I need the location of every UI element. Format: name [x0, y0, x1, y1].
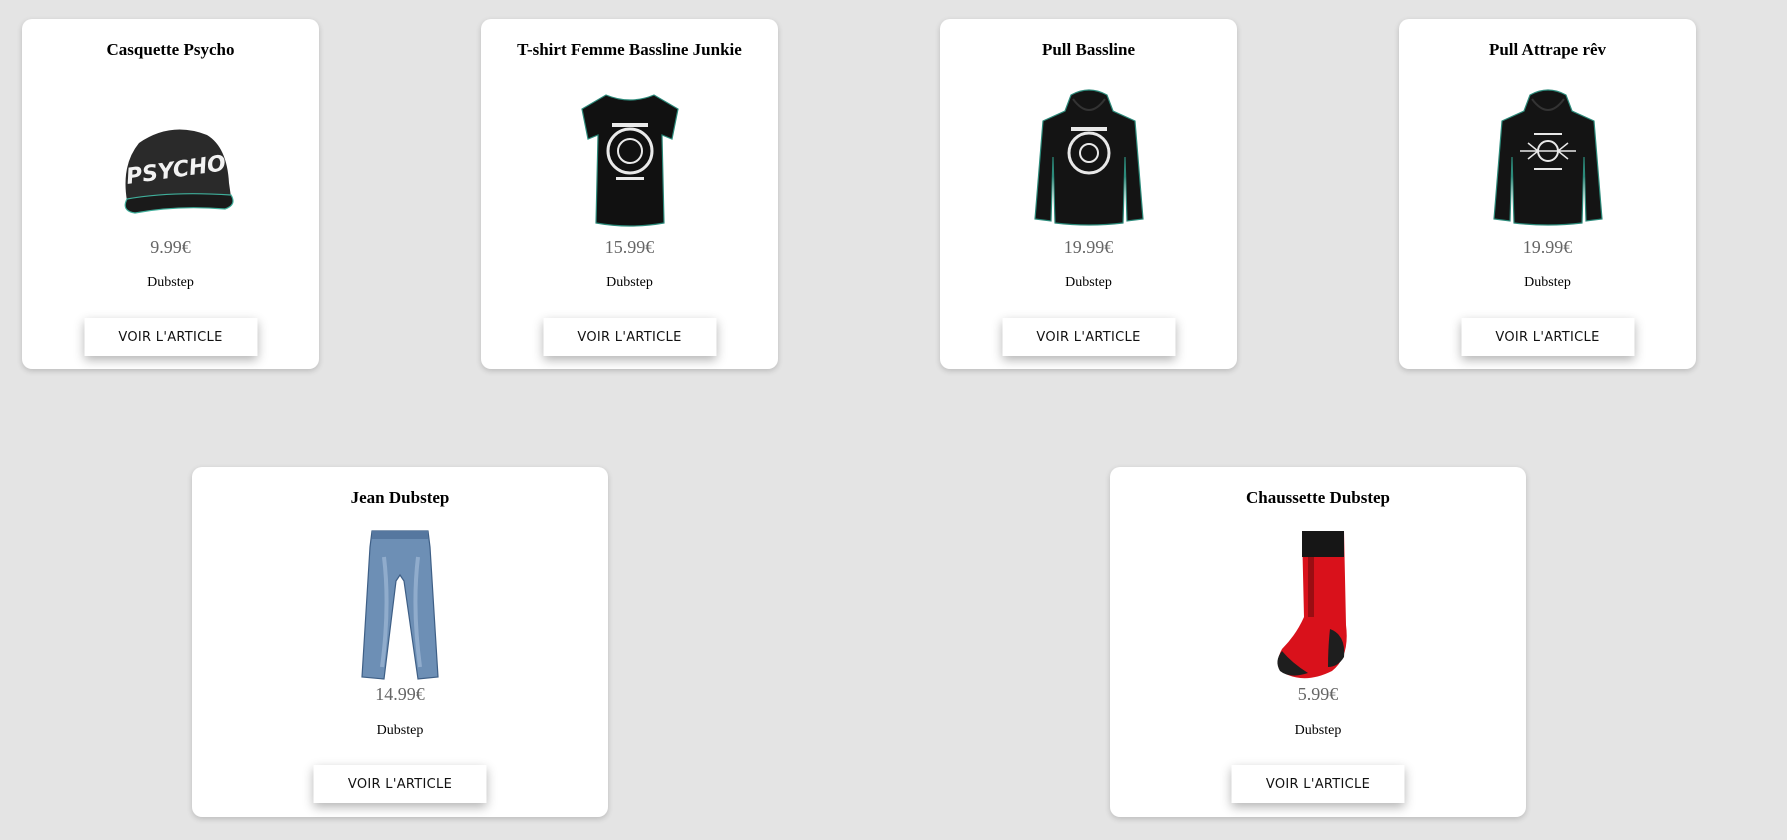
product-card: Chaussette Dubstep 5.99€ Dubstep VOIR L'…	[1110, 467, 1526, 817]
product-category: Dubstep	[1294, 723, 1342, 738]
product-title: Casquette Psycho	[106, 40, 235, 59]
view-article-button[interactable]: VOIR L'ARTICLE	[84, 318, 257, 356]
hoodie-image	[1492, 89, 1603, 226]
view-article-button[interactable]: VOIR L'ARTICLE	[1002, 318, 1175, 356]
product-price: 19.99€	[1063, 237, 1114, 257]
cap-image: PSYCHO	[124, 129, 234, 214]
product-price: 14.99€	[375, 684, 425, 704]
product-category: Dubstep	[606, 275, 653, 290]
product-category: Dubstep	[376, 723, 424, 738]
hoodie-image	[1033, 89, 1144, 226]
product-card: Jean Dubstep 14.99€ Dubstep VOIR L'ARTIC…	[192, 467, 608, 817]
product-title: Pull Bassline	[1041, 40, 1136, 59]
jeans-image	[361, 530, 439, 680]
product-card: Pull Bassline 19.99€ Dubstep VOIR L'ARTI…	[940, 19, 1237, 369]
view-article-button[interactable]: VOIR L'ARTICLE	[1461, 318, 1634, 356]
product-card: Pull Attrape rêv 19.99€ Dubstep VOIR L'A…	[1399, 19, 1696, 369]
view-article-button[interactable]: VOIR L'ARTICLE	[313, 765, 487, 803]
product-title: Chaussette Dubstep	[1245, 488, 1391, 507]
tshirt-image	[580, 94, 679, 227]
product-price: 15.99€	[604, 237, 655, 257]
product-price: 19.99€	[1522, 237, 1573, 257]
product-title: Pull Attrape rêv	[1488, 40, 1607, 59]
sock-image	[1277, 531, 1347, 679]
product-price: 5.99€	[1297, 684, 1339, 704]
product-title: Jean Dubstep	[350, 488, 450, 507]
product-category: Dubstep	[1524, 275, 1571, 290]
product-card: Casquette Psycho PSYCHO 9.99€ Dubstep VO…	[22, 19, 319, 369]
product-category: Dubstep	[147, 275, 194, 290]
product-category: Dubstep	[1065, 275, 1112, 290]
view-article-button[interactable]: VOIR L'ARTICLE	[1231, 765, 1405, 803]
product-card: T-shirt Femme Bassline Junkie 15.99€ Dub…	[481, 19, 778, 369]
product-title: T-shirt Femme Bassline Junkie	[517, 40, 742, 59]
view-article-button[interactable]: VOIR L'ARTICLE	[543, 318, 716, 356]
product-price: 9.99€	[150, 237, 191, 257]
